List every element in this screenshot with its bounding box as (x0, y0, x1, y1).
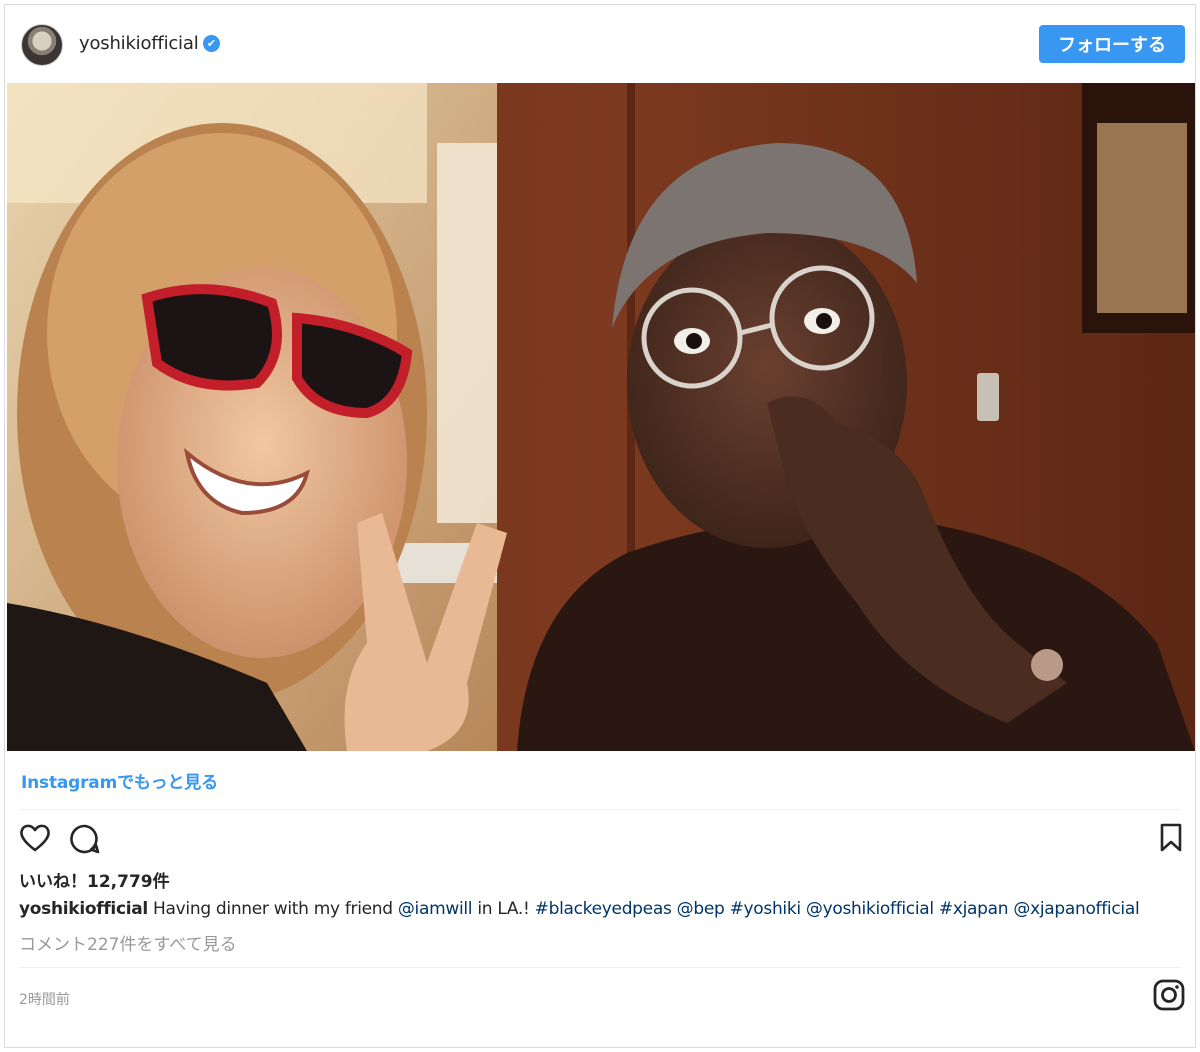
divider (19, 967, 1181, 968)
post-photo[interactable] (7, 83, 1195, 751)
mention-link[interactable]: @bep (677, 899, 725, 919)
mention-link[interactable]: @yoshikiofficial (806, 899, 934, 919)
like-count[interactable]: いいね！12,779件 (19, 867, 170, 892)
hashtag-link[interactable]: #yoshiki (730, 899, 802, 919)
view-all-comments-link[interactable]: コメント227件をすべて見る (19, 930, 237, 955)
follow-button[interactable]: フォローする (1039, 25, 1185, 63)
hashtag-link[interactable]: #xjapan (939, 899, 1009, 919)
speech-bubble-icon[interactable] (69, 823, 101, 855)
avatar[interactable] (21, 24, 63, 66)
divider (19, 809, 1181, 810)
instagram-embed-card: yoshikiofficial ✔ フォローする Instagramでもっと見る… (4, 4, 1196, 1048)
caption-text: Having dinner with my friend (147, 899, 398, 919)
photo-illustration (7, 83, 1195, 751)
username[interactable]: yoshikiofficial (79, 33, 199, 54)
mention-link[interactable]: @xjapanofficial (1013, 899, 1139, 919)
caption-text: in LA.! (472, 899, 535, 919)
post-caption: yoshikiofficial Having dinner with my fr… (19, 899, 1189, 919)
view-more-on-instagram-link[interactable]: Instagramでもっと見る (21, 768, 218, 793)
instagram-logo-icon[interactable] (1153, 979, 1185, 1011)
heart-icon[interactable] (19, 823, 51, 853)
caption-username[interactable]: yoshikiofficial (19, 899, 148, 919)
bookmark-icon[interactable] (1159, 823, 1183, 853)
hashtag-link[interactable]: #blackeyedpeas (535, 899, 672, 919)
post-header: yoshikiofficial ✔ フォローする (5, 5, 1195, 83)
mention-link[interactable]: @iamwill (398, 899, 473, 919)
verified-badge-icon: ✔ (203, 35, 220, 52)
post-timestamp[interactable]: 2時間前 (19, 989, 70, 1009)
